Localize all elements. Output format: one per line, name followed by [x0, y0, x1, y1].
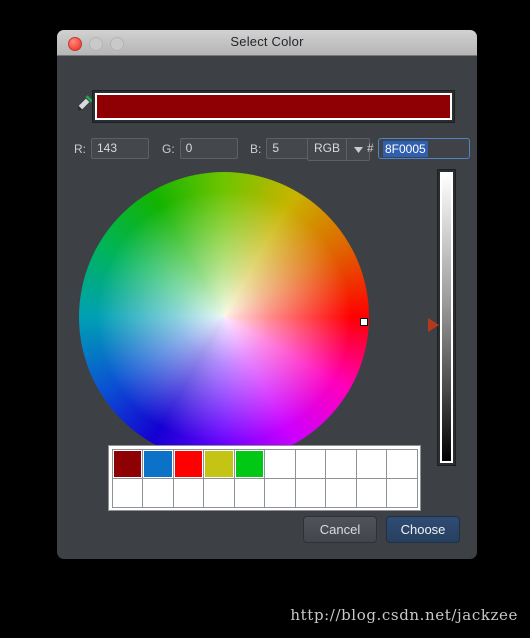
palette-swatch[interactable]	[325, 448, 357, 479]
palette-swatch[interactable]	[111, 477, 143, 508]
cancel-button[interactable]: Cancel	[303, 516, 377, 543]
button-row: Cancel Choose	[303, 516, 460, 543]
blue-label: B:	[250, 141, 262, 156]
red-label: R:	[74, 141, 86, 156]
color-inputs-row: R: 143 G: 0 B: 5 RGB # 8F0005	[57, 138, 477, 162]
palette-grid	[111, 448, 418, 508]
palette-frame	[108, 445, 421, 511]
palette-swatch[interactable]	[111, 448, 143, 479]
brightness-slider[interactable]	[428, 169, 456, 466]
hex-input-value: 8F0005	[383, 140, 428, 157]
palette-swatch[interactable]	[172, 477, 204, 508]
green-field-group: G: 0	[162, 138, 238, 159]
palette-swatch[interactable]	[355, 448, 387, 479]
palette-swatch[interactable]	[294, 477, 326, 508]
palette-swatch[interactable]	[203, 477, 235, 508]
wheel-marker-icon[interactable]	[360, 318, 368, 326]
color-wheel[interactable]	[79, 172, 369, 462]
palette-swatch[interactable]	[142, 448, 174, 479]
dialog-body: R: 143 G: 0 B: 5 RGB # 8F0005 Cancel Cho…	[57, 56, 477, 559]
palette-swatch[interactable]	[203, 448, 235, 479]
window-title: Select Color	[230, 34, 304, 49]
palette-swatch[interactable]	[172, 448, 204, 479]
palette-swatch[interactable]	[325, 477, 357, 508]
palette-swatch[interactable]	[386, 477, 418, 508]
watermark: http://blog.csdn.net/jackzee	[290, 606, 518, 624]
hex-hash-label: #	[367, 141, 374, 155]
red-input[interactable]: 143	[91, 138, 149, 159]
color-wheel-area[interactable]	[75, 168, 373, 466]
select-color-dialog: Select Color R: 143 G: 0 B: 5 RGB # 8F00…	[57, 30, 477, 559]
palette-swatch[interactable]	[264, 448, 296, 479]
color-preview-swatch	[95, 93, 452, 120]
color-mode-value: RGB	[314, 141, 341, 155]
palette-swatch[interactable]	[355, 477, 387, 508]
choose-button[interactable]: Choose	[386, 516, 460, 543]
brightness-track[interactable]	[440, 172, 453, 463]
green-label: G:	[162, 141, 175, 156]
palette-swatch[interactable]	[264, 477, 296, 508]
palette-swatch[interactable]	[233, 448, 265, 479]
red-field-group: R: 143	[74, 138, 149, 159]
color-mode-select[interactable]: RGB	[307, 138, 371, 161]
color-preview[interactable]	[92, 90, 455, 123]
chevron-down-icon[interactable]	[346, 139, 369, 160]
palette-swatch[interactable]	[233, 477, 265, 508]
palette-swatch[interactable]	[294, 448, 326, 479]
palette-swatch[interactable]	[386, 448, 418, 479]
palette-swatch[interactable]	[142, 477, 174, 508]
green-input[interactable]: 0	[179, 138, 238, 159]
hex-input[interactable]: 8F0005	[378, 138, 470, 159]
slider-marker-icon[interactable]	[428, 318, 439, 332]
title-bar: Select Color	[57, 30, 477, 56]
